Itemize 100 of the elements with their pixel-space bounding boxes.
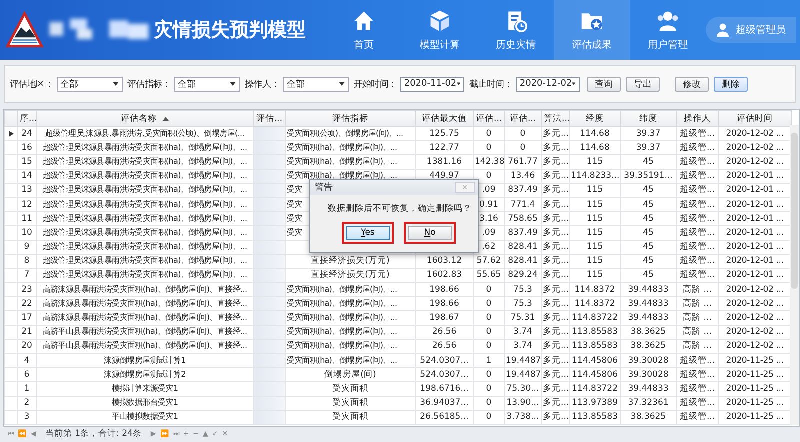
caret-icon: [230, 82, 236, 86]
table-cell: 超级管...: [676, 382, 718, 396]
table-cell: 9: [18, 240, 36, 254]
dropdown[interactable]: 全部: [56, 76, 123, 92]
table-cell: 45: [620, 154, 676, 170]
toolbar-button[interactable]: 查询: [586, 76, 621, 92]
table-cell: 8: [18, 254, 36, 268]
nav-tab[interactable]: 历史灾情: [478, 0, 554, 60]
table-cell: 114.45806: [570, 368, 620, 382]
filter-label: 开始时间：: [354, 78, 398, 90]
table-cell: 0: [474, 382, 504, 396]
nav-tab[interactable]: 模型计算: [402, 0, 478, 60]
table-cell: 828.41: [504, 240, 542, 254]
table-cell: 高跻平山县暴雨洪涝受灾面积(ha)、倒塌房屋(间)、直接经...: [36, 339, 254, 354]
table-cell: 26.56: [416, 325, 474, 340]
table-cell: 倒塌房屋(间): [286, 368, 416, 382]
table-cell: 39.37: [620, 126, 676, 141]
table-cell: 115: [570, 240, 620, 254]
column-header[interactable]: 评估时间: [718, 110, 792, 126]
table-cell: 直接经济损失(万元): [286, 268, 416, 283]
table-cell: 多元...: [542, 226, 570, 240]
table-cell: 75.31: [504, 310, 542, 326]
date-picker[interactable]: 2020-12-02: [516, 76, 580, 92]
table-cell: 39.44833: [620, 382, 676, 396]
dialog-button[interactable]: Yes: [346, 226, 390, 240]
caret-icon: [112, 82, 119, 86]
column-header[interactable]: 评估最大值: [416, 110, 474, 126]
column-header[interactable]: 算法...: [542, 110, 570, 126]
toolbar-button[interactable]: 删除: [714, 76, 748, 92]
table-cell: 多元...: [542, 212, 570, 226]
dialog-button[interactable]: No: [408, 226, 452, 240]
table-cell: 超级管理员涞源县暴雨洪涝受灾面积(ha)、倒塌房屋(间)、...: [36, 212, 254, 226]
cube-icon: [428, 8, 452, 32]
blurred-cell: [254, 310, 286, 326]
table-cell: 多元...: [542, 396, 570, 410]
table-cell: 38.3625: [620, 410, 676, 424]
table-cell: 45: [620, 240, 676, 254]
table-cell: 115: [570, 254, 620, 268]
table-cell: 模拟数据邢台受灾1: [36, 396, 254, 410]
table-cell: 高跻 ...: [676, 339, 718, 354]
table-cell: 114.8372: [570, 282, 620, 297]
column-header[interactable]: 评估...: [474, 110, 504, 126]
dropdown[interactable]: 全部: [282, 76, 349, 92]
table-cell: 0: [474, 396, 504, 410]
table-cell: 26.56185...: [416, 410, 474, 424]
table-cell: 14: [18, 169, 36, 184]
table-cell: 13: [18, 183, 36, 198]
scrollbar[interactable]: [790, 125, 799, 425]
table-cell: 114.45806: [570, 354, 620, 368]
table-cell: 受灾面积(ha)、倒塌房屋(间)、...: [286, 310, 416, 326]
table-cell: 114.83722: [570, 310, 620, 326]
table-cell: 涞源倒塌房屋测试计算2: [36, 368, 254, 382]
toolbar-button[interactable]: 导出: [626, 76, 660, 92]
table-cell: 113.85583: [570, 410, 620, 424]
table-cell: 837.49: [504, 226, 542, 240]
column-header[interactable]: 评估...: [504, 110, 542, 126]
table-cell: 0: [474, 126, 504, 141]
record-status: 当前第 1条，合计: 24条: [45, 428, 142, 440]
column-header[interactable]: 纬度: [620, 110, 676, 126]
table-cell: 38.3625: [620, 325, 676, 340]
column-header[interactable]: 评估指标: [286, 110, 416, 126]
nav-tab[interactable]: 首页: [326, 0, 402, 60]
blurred-cell: [254, 183, 286, 198]
table-cell: 3.738...: [504, 410, 542, 424]
dropdown[interactable]: 全部: [174, 76, 240, 92]
table-cell: 多元...: [542, 268, 570, 283]
table-cell: 75.30...: [504, 382, 542, 396]
table-cell: 113.85583: [570, 339, 620, 354]
table-cell: 高跻涞源县暴雨洪涝受灾面积(ha)、倒塌房屋(间)、直接经...: [36, 296, 254, 311]
table-cell: 0: [474, 368, 504, 382]
column-header[interactable]: 评估名称: [36, 110, 254, 126]
date-picker[interactable]: 2020-11-02: [400, 76, 464, 92]
table-cell: 受灾面积: [286, 396, 416, 410]
table-cell: 837.49: [504, 183, 542, 198]
table-cell: 多元...: [542, 382, 570, 396]
toolbar-button[interactable]: 修改: [674, 76, 709, 92]
table-cell: 115: [570, 197, 620, 212]
table-cell: 115: [570, 154, 620, 170]
table-cell: 超级管...: [676, 240, 718, 254]
table-cell: 26.56: [416, 339, 474, 354]
table-cell: 36.94037...: [416, 396, 474, 410]
table-cell: 超级管...: [676, 126, 718, 141]
nav-tab[interactable]: 用户管理: [630, 0, 706, 60]
table-cell: 39.35191...: [620, 169, 676, 184]
table-cell: 13.46: [504, 169, 542, 184]
column-header[interactable]: 经度: [570, 110, 620, 126]
blurred-cell: [254, 296, 286, 311]
table-cell: 超级管...: [676, 212, 718, 226]
table-cell: 142.38: [474, 154, 504, 170]
table-cell: 114.68: [570, 140, 620, 155]
table-cell: 多元...: [542, 410, 570, 424]
table-cell: 13.90...: [504, 396, 542, 410]
table-cell: 45: [620, 226, 676, 240]
filter-label: 截止时间：: [469, 78, 513, 90]
column-header[interactable]: 操作人: [676, 110, 718, 126]
column-header[interactable]: 序...: [18, 110, 36, 126]
table-cell: 高跻平山县暴雨洪涝受灾面积(ha)、倒塌房屋(间)、直接经...: [36, 325, 254, 340]
column-header[interactable]: 评估...: [254, 110, 286, 126]
blurred-cell: [254, 382, 286, 396]
table-cell: 3: [18, 410, 36, 424]
